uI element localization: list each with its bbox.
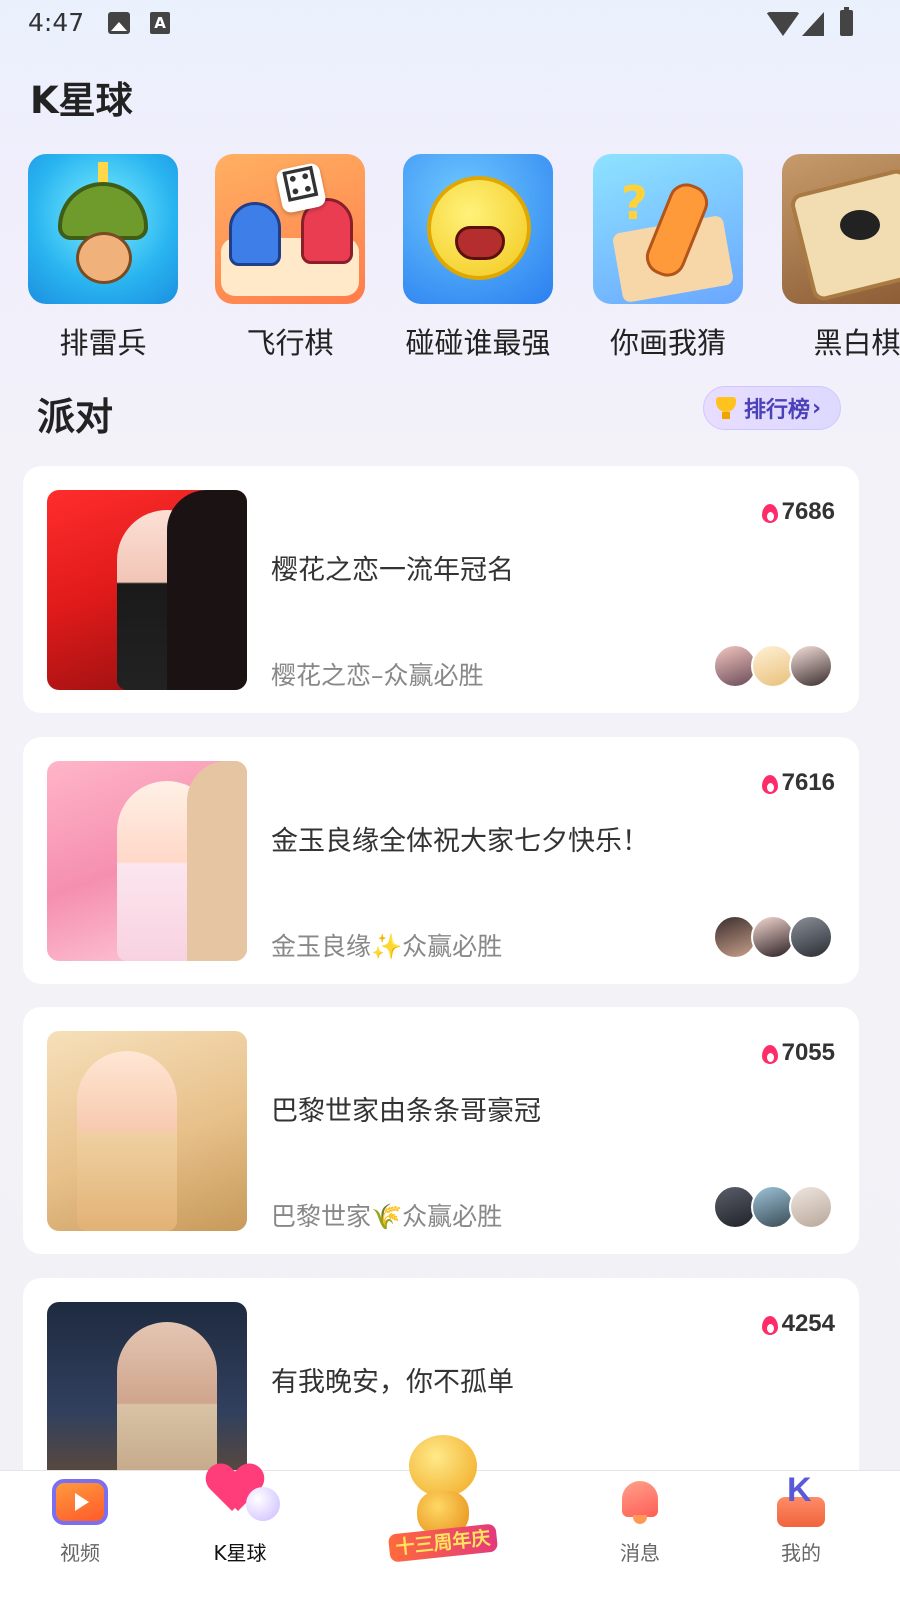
- hot-count-value: 7686: [781, 498, 835, 525]
- game-item-draw-guess[interactable]: ? 你画我猜: [573, 154, 763, 362]
- hot-count: 7616: [761, 769, 835, 797]
- room-card[interactable]: 7686 樱花之恋一流年冠名 樱花之恋–众赢必胜: [23, 466, 859, 713]
- nav-item-me[interactable]: K 我的: [741, 1471, 861, 1600]
- anniversary-badge: 十三周年庆: [387, 1523, 499, 1563]
- chevron-right-icon: ›: [812, 395, 822, 421]
- anniversary-mascot-button[interactable]: 十三周年庆: [387, 1435, 499, 1565]
- room-subtitle: 金玉良缘✨众赢必胜: [271, 932, 503, 961]
- game-item-bump[interactable]: 碰碰谁最强: [383, 154, 573, 362]
- member-avatars: [713, 1185, 835, 1229]
- room-cover-image: [47, 1031, 247, 1231]
- ludo-dice-icon[interactable]: [215, 154, 365, 304]
- battery-icon: [840, 7, 853, 36]
- room-title: 有我晚安，你不孤单: [271, 1367, 514, 1398]
- avatar: [789, 915, 833, 959]
- game-item-minesweeper[interactable]: 排雷兵: [8, 154, 198, 362]
- game-label: 飞行棋: [246, 326, 334, 360]
- bottom-nav: 视频 K星球 十三周年庆 消息 K 我的: [0, 1435, 900, 1600]
- nav-label: 消息: [620, 1541, 660, 1565]
- room-title: 巴黎世家由条条哥豪冠: [271, 1096, 541, 1127]
- game-label: 排雷兵: [59, 326, 147, 360]
- bump-blob-icon[interactable]: [403, 154, 553, 304]
- room-title: 樱花之恋一流年冠名: [271, 555, 514, 586]
- page-title: K星球: [30, 79, 133, 122]
- room-card[interactable]: 7055 巴黎世家由条条哥豪冠 巴黎世家🌾众赢必胜: [23, 1007, 859, 1254]
- trophy-icon: [714, 396, 738, 420]
- room-cover-image: [47, 761, 247, 961]
- reversi-board-icon[interactable]: [782, 154, 900, 304]
- flame-icon: [761, 500, 779, 524]
- room-subtitle: 樱花之恋–众赢必胜: [271, 661, 484, 690]
- tv-icon: [52, 1479, 108, 1525]
- leaderboard-label: 排行榜: [744, 398, 811, 423]
- nav-item-video[interactable]: 视频: [20, 1471, 140, 1600]
- nav-label: K星球: [213, 1541, 267, 1565]
- avatar: [789, 644, 833, 688]
- hot-count: 7686: [761, 498, 835, 526]
- nav-label: 视频: [60, 1541, 100, 1565]
- game-label: 你画我猜: [609, 326, 726, 360]
- minesweeper-soldier-icon[interactable]: [28, 154, 178, 304]
- flame-icon: [761, 771, 779, 795]
- wifi-icon: [766, 12, 800, 36]
- game-item-reversi[interactable]: 黑白棋: [762, 154, 900, 362]
- game-item-ludo[interactable]: 飞行棋: [195, 154, 385, 362]
- flame-icon: [761, 1041, 779, 1065]
- cell-signal-icon: [802, 12, 824, 36]
- leaderboard-button[interactable]: 排行榜 ›: [703, 386, 841, 430]
- status-time: 4:47: [28, 8, 85, 37]
- heart-balloon-small-icon: [246, 1487, 280, 1521]
- room-subtitle: 巴黎世家🌾众赢必胜: [271, 1202, 503, 1231]
- mascot-icon: [409, 1435, 477, 1497]
- hot-count-value: 7616: [781, 769, 835, 796]
- room-title: 金玉良缘全体祝大家七夕快乐！: [271, 826, 649, 857]
- nav-item-messages[interactable]: 消息: [580, 1471, 700, 1600]
- k-cake-icon: K: [773, 1471, 829, 1529]
- room-card[interactable]: 7616 金玉良缘全体祝大家七夕快乐！ 金玉良缘✨众赢必胜: [23, 737, 859, 984]
- nav-label: 我的: [781, 1541, 821, 1565]
- a-notification-icon: A: [150, 12, 170, 34]
- status-bar: 4:47 A: [0, 0, 900, 48]
- game-label: 碰碰谁最强: [405, 326, 551, 360]
- avatar: [789, 1185, 833, 1229]
- hot-count: 7055: [761, 1039, 835, 1067]
- game-label: 黑白棋: [813, 326, 900, 360]
- hot-count-value: 4254: [781, 1310, 835, 1337]
- member-avatars: [713, 644, 835, 688]
- section-title-party: 派对: [37, 395, 114, 439]
- member-avatars: [713, 915, 835, 959]
- image-notification-icon: [108, 12, 130, 34]
- hot-count-value: 7055: [781, 1039, 835, 1066]
- games-row[interactable]: 排雷兵 飞行棋 碰碰谁最强 ? 你画我猜 黑白棋: [0, 154, 900, 364]
- nav-item-planet[interactable]: K星球: [180, 1471, 300, 1600]
- bell-icon: [616, 1477, 664, 1525]
- draw-guess-pencil-icon[interactable]: ?: [593, 154, 743, 304]
- room-cover-image: [47, 490, 247, 690]
- flame-icon: [761, 1312, 779, 1336]
- hot-count: 4254: [761, 1310, 835, 1338]
